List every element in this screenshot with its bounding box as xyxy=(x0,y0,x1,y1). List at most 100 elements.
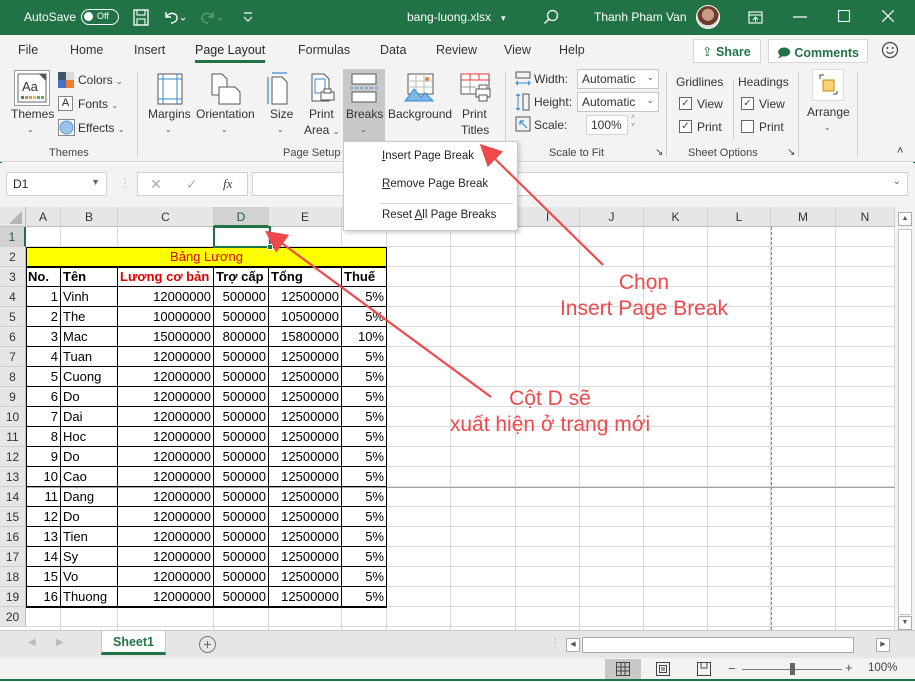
menu-item-insert-page-break[interactable]: Insert Page Break xyxy=(382,150,474,162)
headings-print-checkbox[interactable] xyxy=(741,120,754,133)
close-icon[interactable] xyxy=(882,10,894,22)
themes-button[interactable]: Aa xyxy=(14,70,50,106)
table-cell[interactable]: 5% xyxy=(342,467,387,487)
fonts-button[interactable]: Fonts ⌄ xyxy=(78,97,118,111)
row-header-1[interactable]: 1 xyxy=(0,227,26,247)
print-area-button[interactable]: Area ⌄ xyxy=(304,123,339,137)
table-cell[interactable]: 10 xyxy=(26,467,61,487)
table-cell[interactable]: Cuong xyxy=(61,367,118,387)
table-cell[interactable]: 500000 xyxy=(214,527,269,547)
table-cell[interactable]: 500000 xyxy=(214,567,269,587)
table-cell[interactable]: 3 xyxy=(26,327,61,347)
menu-item-remove-page-break[interactable]: Remove Page Break xyxy=(382,178,488,190)
table-cell[interactable]: Thuong xyxy=(61,587,118,607)
insert-function-icon[interactable]: fx xyxy=(223,176,232,192)
table-cell[interactable]: 4 xyxy=(26,347,61,367)
table-cell[interactable]: Do xyxy=(61,507,118,527)
column-header-k[interactable]: K xyxy=(644,207,708,227)
table-cell[interactable]: 8 xyxy=(26,427,61,447)
maximize-icon[interactable] xyxy=(838,10,850,22)
table-cell[interactable]: 15800000 xyxy=(269,327,342,347)
table-cell[interactable]: 12500000 xyxy=(269,567,342,587)
table-cell[interactable]: 10500000 xyxy=(269,307,342,327)
table-cell[interactable]: 5% xyxy=(342,407,387,427)
table-cell[interactable]: 5% xyxy=(342,347,387,367)
filename-dropdown-icon[interactable]: ▾ xyxy=(501,13,506,24)
save-icon[interactable] xyxy=(133,9,149,26)
column-header-i[interactable]: I xyxy=(516,207,580,227)
row-header-13[interactable]: 13 xyxy=(0,467,26,487)
table-cell[interactable]: 12000000 xyxy=(118,407,214,427)
ribbon-display-options-icon[interactable] xyxy=(748,11,763,24)
zoom-slider-thumb[interactable] xyxy=(790,663,795,675)
tab-view[interactable]: View xyxy=(504,43,531,57)
table-cell[interactable]: 14 xyxy=(26,547,61,567)
row-header-6[interactable]: 6 xyxy=(0,327,26,347)
table-cell[interactable]: 7 xyxy=(26,407,61,427)
scroll-down-icon[interactable]: ▼ xyxy=(898,616,912,630)
autosave-toggle[interactable]: Off xyxy=(81,9,119,25)
row-header-9[interactable]: 9 xyxy=(0,387,26,407)
row-header-15[interactable]: 15 xyxy=(0,507,26,527)
table-cell[interactable]: Tien xyxy=(61,527,118,547)
table-cell[interactable]: 10% xyxy=(342,327,387,347)
table-cell[interactable]: 12500000 xyxy=(269,527,342,547)
table-cell[interactable]: Vo xyxy=(61,567,118,587)
table-cell[interactable]: 12500000 xyxy=(269,587,342,607)
table-cell[interactable]: 5% xyxy=(342,387,387,407)
scale-to-fit-dialog-launcher-icon[interactable]: ↘ xyxy=(655,147,663,158)
table-cell[interactable]: 500000 xyxy=(214,487,269,507)
add-sheet-icon[interactable]: + xyxy=(199,636,216,653)
table-header-cell[interactable]: Tổng xyxy=(269,267,342,287)
cancel-entry-icon[interactable]: ✕ xyxy=(150,176,162,193)
table-cell[interactable]: 12500000 xyxy=(269,427,342,447)
table-cell[interactable]: 12000000 xyxy=(118,447,214,467)
table-cell[interactable]: The xyxy=(61,307,118,327)
table-cell[interactable]: 5% xyxy=(342,567,387,587)
table-cell[interactable]: 12500000 xyxy=(269,447,342,467)
print-titles-label-2[interactable]: Titles xyxy=(461,123,489,137)
tab-formulas[interactable]: Formulas xyxy=(298,43,350,57)
scale-spinner-arrows-icon[interactable]: ˄ ˅ xyxy=(631,114,635,130)
column-header-l[interactable]: L xyxy=(708,207,771,227)
table-header-cell[interactable]: Thuế xyxy=(342,267,387,287)
table-cell[interactable]: 5% xyxy=(342,487,387,507)
table-cell[interactable]: 12500000 xyxy=(269,467,342,487)
share-button[interactable]: ⇪ Share xyxy=(693,39,761,63)
row-header-14[interactable]: 14 xyxy=(0,487,26,507)
collapse-ribbon-icon[interactable]: ˄ xyxy=(897,145,903,157)
background-button[interactable]: Background xyxy=(388,107,452,121)
tab-review[interactable]: Review xyxy=(436,43,477,57)
print-titles-label-1[interactable]: Print xyxy=(462,107,487,121)
table-cell[interactable]: 5% xyxy=(342,547,387,567)
table-cell[interactable]: 500000 xyxy=(214,547,269,567)
name-box[interactable]: D1 ▼ xyxy=(6,172,107,196)
table-cell[interactable]: 5% xyxy=(342,587,387,607)
table-cell[interactable]: 12500000 xyxy=(269,287,342,307)
table-cell[interactable]: Cao xyxy=(61,467,118,487)
row-header-8[interactable]: 8 xyxy=(0,367,26,387)
tab-page-layout[interactable]: Page Layout xyxy=(195,43,266,63)
page-layout-view-button[interactable] xyxy=(645,659,681,679)
minimize-icon[interactable] xyxy=(793,16,807,18)
table-cell[interactable]: 5% xyxy=(342,367,387,387)
headings-view-checkbox[interactable]: ✓ xyxy=(741,97,754,110)
table-cell[interactable]: 5% xyxy=(342,307,387,327)
height-select[interactable]: Automatic ⌄ xyxy=(577,92,659,112)
table-cell[interactable]: 12000000 xyxy=(118,287,214,307)
row-header-10[interactable]: 10 xyxy=(0,407,26,427)
table-cell[interactable]: 800000 xyxy=(214,327,269,347)
colors-button[interactable]: Colors ⌄ xyxy=(78,73,123,87)
table-cell[interactable]: 500000 xyxy=(214,447,269,467)
table-cell[interactable]: Sy xyxy=(61,547,118,567)
table-cell[interactable]: Dang xyxy=(61,487,118,507)
table-cell[interactable]: 6 xyxy=(26,387,61,407)
table-cell[interactable]: 5% xyxy=(342,527,387,547)
zoom-level[interactable]: 100% xyxy=(868,662,897,674)
table-cell[interactable]: 12000000 xyxy=(118,387,214,407)
table-cell[interactable]: Mac xyxy=(61,327,118,347)
table-cell[interactable]: 12000000 xyxy=(118,427,214,447)
table-cell[interactable]: 16 xyxy=(26,587,61,607)
next-sheet-icon[interactable]: ▶ xyxy=(56,637,64,648)
table-cell[interactable]: 500000 xyxy=(214,307,269,327)
